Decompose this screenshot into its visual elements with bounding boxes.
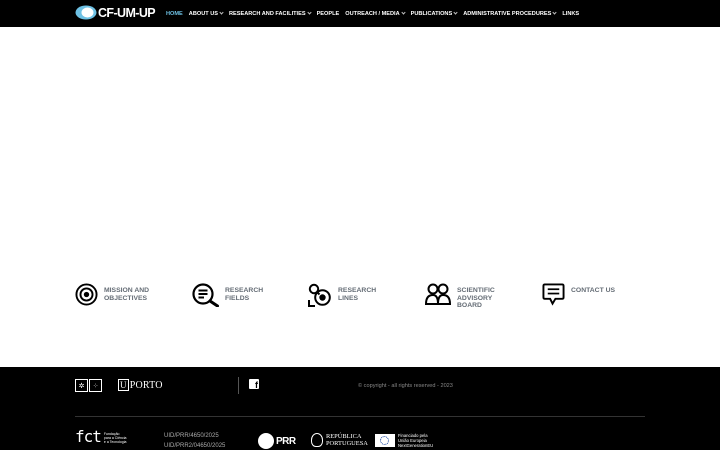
site-footer: ✲ ⁘ U PORTO f © copyright - all rights r…: [0, 367, 720, 450]
nav-label: HOME: [166, 10, 183, 17]
nav-label: ABOUT US: [188, 10, 218, 17]
copyright-text: © copyright - all rights reserved - 2023: [358, 383, 453, 389]
research-lines-link[interactable]: RESEARCH LINES: [308, 283, 376, 307]
scientific-advisory-board-link[interactable]: SCIENTIFIC ADVISORY BOARD: [425, 283, 495, 310]
feature-label-line: CONTACT US: [571, 287, 616, 294]
uporto-logo[interactable]: U PORTO: [118, 379, 163, 391]
divider: [75, 416, 645, 417]
feature-label: RESEARCH LINES: [338, 287, 376, 302]
nav-label: OUTREACH / MEDIA: [345, 10, 400, 17]
prr-emblem-icon: [258, 433, 274, 449]
nav-item-outreach-media[interactable]: OUTREACH / MEDIA: [345, 10, 406, 17]
chevron-down-icon: [552, 10, 557, 15]
fct-wordmark: fct: [75, 427, 102, 446]
eu-flag-icon: [375, 434, 395, 447]
nav-label: ADMINISTRATIVE PROCEDURES: [463, 10, 552, 17]
nav-item-publications[interactable]: PUBLICATIONS: [410, 10, 458, 17]
feature-label: SCIENTIFIC ADVISORY BOARD: [457, 287, 495, 310]
nav-item-research-and-facilities[interactable]: RESEARCH AND FACILITIES: [229, 10, 312, 17]
feature-label-line: MISSION AND: [104, 287, 150, 294]
republica-portuguesa-logo[interactable]: REPÚBLICA PORTUGUESA: [311, 433, 368, 447]
funding-ids: UID/PRR/4650/2025 UID/PRR2/04650/2025: [164, 431, 225, 450]
logo-eye-icon: [75, 5, 97, 20]
research-fields-link[interactable]: RESEARCH FIELDS: [192, 283, 263, 307]
fct-subtitle: Fundação para a Ciência e a Tecnologia: [104, 432, 127, 444]
fct-subtitle-line: e a Tecnologia: [103, 440, 127, 444]
chevron-down-icon: [306, 10, 312, 15]
republica-emblem-icon: [311, 433, 323, 447]
uporto-text: PORTO: [129, 379, 163, 391]
republica-line: REPÚBLICA: [326, 433, 362, 440]
funding-id: UID/PRR2/04650/2025: [164, 443, 226, 449]
nav-label: RESEARCH AND FACILITIES: [229, 10, 306, 17]
logo-square: ✲: [75, 379, 88, 392]
chat-bubble-icon: [542, 283, 565, 306]
chevron-down-icon: [401, 10, 406, 15]
feature-label-line: ADVISORY: [457, 294, 493, 302]
logo-text: CF-UM-UP: [98, 5, 156, 20]
feature-label: CONTACT US: [571, 287, 615, 295]
chevron-down-icon: [219, 10, 224, 15]
fct-logo[interactable]: fct Fundação para a Ciência e a Tecnolog…: [75, 429, 126, 445]
prr-wordmark: PRR: [276, 435, 296, 447]
nav-label: LINKS: [562, 10, 580, 17]
nav-item-links[interactable]: LINKS: [562, 11, 579, 17]
nav-item-people[interactable]: PEOPLE: [317, 11, 340, 17]
feature-label: RESEARCH FIELDS: [225, 287, 263, 302]
target-icon: [75, 283, 98, 306]
magnifier-list-icon: [192, 283, 219, 307]
divider: [238, 377, 239, 394]
facebook-icon[interactable]: f: [249, 379, 259, 390]
republica-line: PORTUGUESA: [326, 440, 368, 447]
eu-text: Financiado pela União Europeia NextGener…: [398, 433, 433, 448]
feature-label-line: FIELDS: [225, 294, 250, 302]
nav-item-about-us[interactable]: ABOUT US: [188, 10, 224, 17]
eu-line: NextGenerationEU: [398, 443, 434, 448]
main-menu: HOME ABOUT US RESEARCH AND FACILITIES PE…: [163, 0, 582, 27]
chevron-down-icon: [453, 10, 458, 15]
nav-item-administrative-procedures[interactable]: ADMINISTRATIVE PROCEDURES: [463, 10, 557, 17]
feature-label-line: OBJECTIVES: [104, 294, 148, 302]
feature-label: MISSION AND OBJECTIVES: [104, 287, 149, 302]
prr-logo[interactable]: PRR: [258, 433, 296, 449]
uporto-u: U: [118, 379, 129, 391]
contact-us-link[interactable]: CONTACT US: [542, 283, 615, 306]
nav-item-home[interactable]: HOME: [166, 11, 183, 17]
top-navigation-bar: CF-UM-UP HOME ABOUT US RESEARCH AND FACI…: [0, 0, 720, 27]
feature-label-line: SCIENTIFIC: [457, 287, 495, 294]
site-logo[interactable]: CF-UM-UP: [75, 3, 156, 22]
university-minho-logo[interactable]: ✲ ⁘: [75, 379, 103, 392]
mission-and-objectives-link[interactable]: MISSION AND OBJECTIVES: [75, 283, 149, 306]
feature-links: MISSION AND OBJECTIVES RESEARCH FIELDS R…: [0, 283, 720, 323]
nav-label: PUBLICATIONS: [410, 10, 453, 17]
facebook-glyph: f: [255, 380, 258, 390]
feature-label-line: RESEARCH: [338, 287, 377, 294]
research-lines-icon: [308, 283, 331, 307]
logo-square: ⁘: [89, 379, 102, 392]
feature-label-line: LINES: [338, 294, 359, 302]
feature-label-line: RESEARCH: [225, 287, 264, 294]
nav-label: PEOPLE: [316, 10, 340, 17]
funding-id: UID/PRR/4650/2025: [164, 433, 219, 439]
eu-funding-logo[interactable]: Financiado pela União Europeia NextGener…: [375, 433, 433, 448]
group-icon: [425, 283, 451, 305]
republica-text: REPÚBLICA PORTUGUESA: [326, 433, 368, 447]
feature-label-line: BOARD: [457, 302, 482, 310]
